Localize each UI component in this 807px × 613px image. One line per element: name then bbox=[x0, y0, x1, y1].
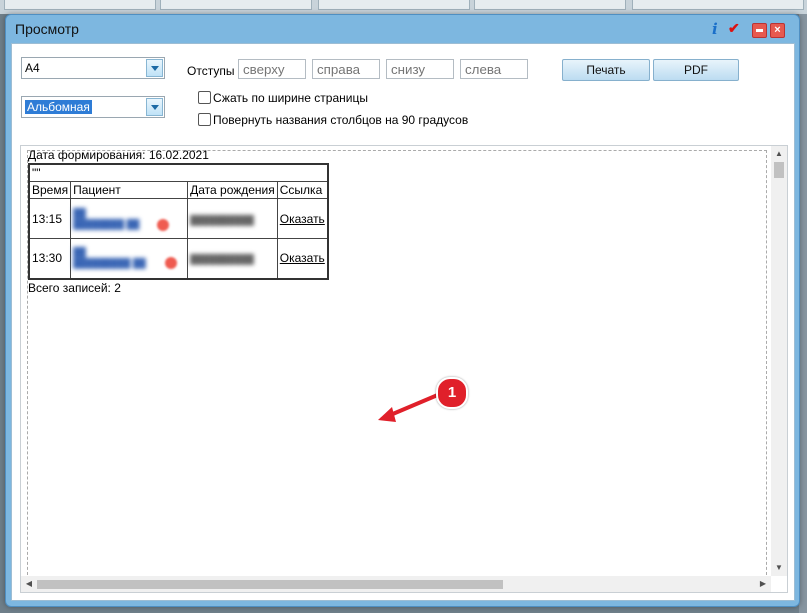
patient-cell-redacted: ██ ████████ ██ bbox=[70, 198, 189, 239]
status-dot-icon bbox=[165, 257, 178, 269]
rotate-headers-checkbox[interactable] bbox=[198, 113, 211, 126]
fit-width-checkbox[interactable] bbox=[198, 91, 211, 104]
table-header-row: Время Пациент Дата рождения Ссылка bbox=[28, 181, 329, 199]
link-cell: Оказать bbox=[276, 198, 329, 239]
table-title-cell: "" bbox=[28, 163, 329, 182]
scroll-left-icon[interactable]: ◀ bbox=[22, 576, 36, 592]
chevron-down-icon[interactable] bbox=[146, 98, 163, 116]
column-header: Пациент bbox=[70, 181, 189, 199]
report-date: Дата формирования: 16.02.2021 bbox=[28, 148, 209, 162]
dialog-content: A4 Альбомная Отступы Печать PDF Сжать по… bbox=[11, 43, 795, 601]
horizontal-scrollbar[interactable]: ◀ ▶ bbox=[21, 576, 771, 592]
total-records: Всего записей: 2 bbox=[28, 281, 121, 295]
patient-cell-redacted: ██ █████████ ██ bbox=[70, 238, 189, 279]
margin-left-input[interactable] bbox=[460, 59, 528, 79]
background-app-bar bbox=[0, 0, 807, 14]
column-header: Ссылка bbox=[276, 181, 329, 199]
scroll-thumb[interactable] bbox=[774, 162, 784, 178]
background-tab bbox=[4, 0, 156, 10]
table-row: 13:30 ██ █████████ ██ ██████████ Оказать bbox=[28, 238, 329, 279]
provide-link[interactable]: Оказать bbox=[280, 212, 325, 226]
chevron-down-icon[interactable] bbox=[146, 59, 163, 77]
minimize-icon[interactable] bbox=[752, 23, 767, 38]
check-icon[interactable]: ✔ bbox=[728, 20, 741, 36]
preview-dialog: Просмотр i ✔ × A4 Альбомная Отступы Печа… bbox=[5, 14, 800, 607]
paper-size-select[interactable]: A4 bbox=[21, 57, 165, 79]
redacted-text: ██████████ bbox=[190, 254, 254, 265]
birthdate-cell-redacted: ██████████ bbox=[187, 238, 278, 279]
margin-right-input[interactable] bbox=[312, 59, 380, 79]
time-cell: 13:15 bbox=[28, 198, 72, 239]
dialog-title: Просмотр bbox=[15, 21, 79, 37]
appointments-table: "" Время Пациент Дата рождения Ссылка 13… bbox=[28, 163, 329, 280]
scroll-down-icon[interactable]: ▼ bbox=[771, 561, 787, 575]
background-tab bbox=[632, 0, 804, 10]
margin-bottom-input[interactable] bbox=[386, 59, 454, 79]
background-tab bbox=[160, 0, 312, 10]
table-title-row: "" bbox=[28, 163, 329, 182]
paper-size-value: A4 bbox=[25, 61, 40, 75]
link-cell: Оказать bbox=[276, 238, 329, 279]
status-dot-icon bbox=[157, 219, 170, 231]
orientation-select[interactable]: Альбомная bbox=[21, 96, 165, 118]
fit-width-label: Сжать по ширине страницы bbox=[213, 91, 368, 105]
time-cell: 13:30 bbox=[28, 238, 72, 279]
redacted-text: ██████████ bbox=[190, 214, 254, 225]
scroll-right-icon[interactable]: ▶ bbox=[756, 576, 770, 592]
close-icon[interactable]: × bbox=[770, 23, 785, 38]
info-icon[interactable]: i bbox=[712, 20, 725, 38]
background-tab bbox=[318, 0, 470, 10]
column-header: Время bbox=[28, 181, 72, 199]
scroll-thumb[interactable] bbox=[37, 580, 503, 589]
table-row: 13:15 ██ ████████ ██ ██████████ Оказать bbox=[28, 198, 329, 239]
vertical-scrollbar[interactable]: ▲ ▼ bbox=[771, 146, 787, 576]
annotation-marker: 1 bbox=[436, 377, 468, 409]
pdf-button[interactable]: PDF bbox=[653, 59, 739, 81]
background-tab bbox=[474, 0, 626, 10]
orientation-value: Альбомная bbox=[25, 100, 92, 114]
scroll-up-icon[interactable]: ▲ bbox=[771, 147, 787, 161]
rotate-headers-label: Повернуть названия столбцов на 90 градус… bbox=[213, 113, 469, 127]
print-button[interactable]: Печать bbox=[562, 59, 650, 81]
titlebar: Просмотр i ✔ × bbox=[6, 15, 799, 43]
margins-label: Отступы bbox=[187, 64, 235, 78]
birthdate-cell-redacted: ██████████ bbox=[187, 198, 278, 239]
provide-link[interactable]: Оказать bbox=[280, 251, 325, 265]
print-preview-area[interactable]: Дата формирования: 16.02.2021 "" Время П… bbox=[20, 145, 788, 593]
column-header: Дата рождения bbox=[187, 181, 278, 199]
background-panel bbox=[799, 14, 807, 613]
margin-top-input[interactable] bbox=[238, 59, 306, 79]
